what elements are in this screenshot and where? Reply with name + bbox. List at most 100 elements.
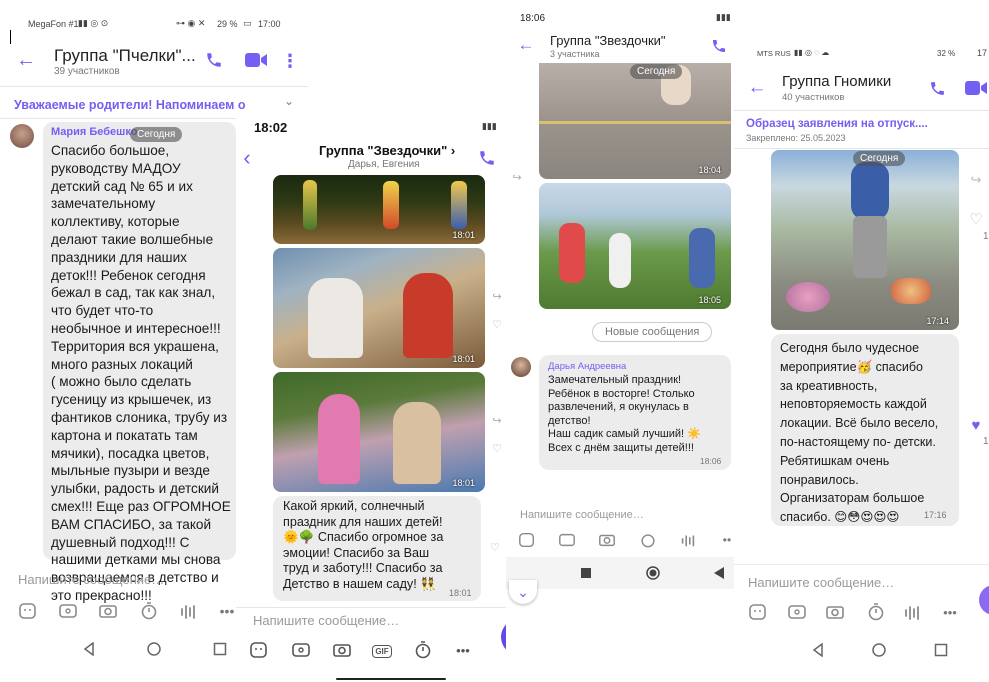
voice-bars-icon[interactable] [901, 601, 923, 623]
message-input[interactable]: Напишите сообщение… [253, 613, 399, 628]
photo-time: 18:05 [698, 295, 721, 305]
chat-screen-zvezdochki-2: 18:06 ▮▮▮ ← Группа "Звездочки" 3 участни… [506, 0, 734, 600]
nav-recents-icon[interactable] [211, 640, 229, 658]
nav-recents-icon[interactable] [932, 641, 950, 659]
photo-figure [689, 228, 715, 288]
sticker-icon[interactable] [747, 601, 769, 623]
sender-name: Мария Бебешко [51, 126, 138, 138]
video-call-icon[interactable] [964, 78, 988, 98]
nav-bar [506, 557, 734, 589]
gallery-icon[interactable] [786, 601, 808, 623]
back-chevron-icon[interactable]: ‹ [238, 145, 256, 170]
scroll-down-button[interactable]: ⌄ [509, 580, 537, 604]
nav-back-icon[interactable] [809, 641, 827, 659]
pinned-message[interactable]: Уважаемые родители! Напоминаем о [14, 98, 246, 112]
nav-back-icon[interactable] [80, 640, 98, 658]
photo-figure [303, 180, 317, 230]
more-dots-icon[interactable]: ••• [452, 639, 474, 661]
more-dots-icon[interactable]: ••• [216, 600, 238, 622]
nav-recents-icon[interactable] [579, 566, 593, 580]
reply-icon[interactable]: ↪ [510, 170, 524, 184]
photo-time: 17:14 [926, 316, 949, 326]
voice-message-button[interactable] [501, 619, 506, 655]
chat-screen-zvezdochki-1: 18:02 ▮▮▮ ‹ Группа "Звездочки" › Дарья, … [236, 117, 506, 682]
send-button[interactable] [979, 585, 989, 615]
timer-icon[interactable] [412, 639, 434, 661]
voice-bars-icon[interactable] [177, 600, 199, 622]
gallery-icon[interactable] [556, 529, 578, 551]
pinned-title[interactable]: Образец заявления на отпуск.... [746, 118, 928, 130]
call-icon[interactable] [476, 147, 498, 169]
status-time: 17:00 [258, 19, 281, 29]
chat-screen-gnomiki: MTS RUS ▮▮ ◎ ◌ ☁ 32 % 17 ← Группа Гномик… [734, 40, 989, 682]
call-icon[interactable] [709, 36, 729, 56]
share-icon[interactable]: ↪ [967, 171, 985, 189]
chat-subtitle: 40 участников [782, 92, 845, 103]
status-time: 18:06 [520, 13, 546, 24]
divider [734, 110, 989, 111]
message-input[interactable]: Напишите сообщение… [18, 572, 164, 587]
photo-children-crafts[interactable]: 18:01 [273, 372, 485, 492]
sticker-icon[interactable] [516, 529, 538, 551]
divider [734, 564, 989, 565]
nav-back-icon[interactable] [712, 566, 726, 580]
back-arrow-icon[interactable]: ← [14, 49, 38, 71]
photo-playground-track[interactable]: 18:04 [539, 63, 731, 179]
gif-icon[interactable]: GIF [370, 640, 394, 662]
more-dots-icon[interactable]: ••• [939, 601, 961, 623]
nav-home-icon[interactable] [145, 640, 163, 658]
timer-icon[interactable] [637, 529, 659, 551]
message-time: 18:01 [449, 588, 472, 598]
gallery-icon[interactable] [290, 639, 312, 661]
sticker-icon[interactable] [17, 600, 39, 622]
back-arrow-icon[interactable]: ← [746, 77, 768, 98]
photo-outdoor-crowd[interactable]: 18:05 [539, 183, 731, 309]
liked-heart-icon[interactable]: ♥ [967, 416, 985, 434]
photo-dancers[interactable]: 18:01 [273, 175, 485, 244]
date-pill: Сегодня [130, 127, 183, 142]
photo-object [786, 282, 830, 312]
chevron-down-icon[interactable]: ⌄ [284, 94, 294, 108]
like-heart-icon[interactable]: ♡ [488, 540, 502, 554]
video-call-icon[interactable] [243, 50, 269, 70]
battery-icon: ▭ [243, 18, 252, 28]
sender-name: Дарья Андреевна [548, 361, 627, 372]
like-heart-icon[interactable]: ♡ [490, 317, 504, 331]
reply-icon[interactable]: ↪ [490, 289, 504, 303]
message-input[interactable]: Напишите сообщение… [748, 575, 894, 590]
photo-time: 18:01 [452, 230, 475, 240]
reply-icon[interactable]: ↪ [490, 413, 504, 427]
nav-home-icon[interactable] [645, 565, 661, 581]
photo-figure [393, 402, 441, 484]
more-dots-icon[interactable]: •• [716, 529, 734, 551]
photo-object [891, 278, 931, 304]
status-time: 17 [977, 48, 988, 58]
chat-title[interactable]: Группа Гномики [782, 73, 891, 90]
gallery-icon[interactable] [57, 600, 79, 622]
chat-title[interactable]: Группа "Звездочки" [550, 33, 666, 48]
chat-subtitle: 3 участника [550, 49, 600, 59]
sticker-icon[interactable] [248, 639, 270, 661]
chat-title[interactable]: Группа "Пчелки"... [54, 46, 196, 66]
pinned-date: Закреплено: 25.05.2023 [746, 133, 846, 143]
new-messages-divider: Новые сообщения [592, 322, 713, 342]
chat-title[interactable]: Группа "Звездочки" › [319, 143, 455, 158]
message-input[interactable]: Напишите сообщение… [520, 509, 644, 521]
camera-icon[interactable] [824, 601, 846, 623]
back-arrow-icon[interactable]: ← [516, 35, 536, 54]
timer-icon[interactable] [865, 601, 887, 623]
more-menu-icon[interactable]: ⋮ [281, 50, 299, 72]
camera-icon[interactable] [596, 529, 618, 551]
timer-icon[interactable] [138, 600, 160, 622]
camera-icon[interactable] [97, 600, 119, 622]
like-heart-icon[interactable]: ♡ [490, 441, 504, 455]
like-heart-icon[interactable]: ♡ [967, 210, 985, 228]
camera-icon[interactable] [331, 639, 353, 661]
nav-home-icon[interactable] [870, 641, 888, 659]
photo-child-activity[interactable]: 17:14 [771, 150, 959, 330]
call-icon[interactable] [203, 49, 225, 71]
avatar [511, 357, 531, 377]
photo-children-painting[interactable]: 18:01 [273, 248, 485, 368]
voice-bars-icon[interactable] [677, 529, 699, 551]
call-icon[interactable] [926, 77, 948, 99]
